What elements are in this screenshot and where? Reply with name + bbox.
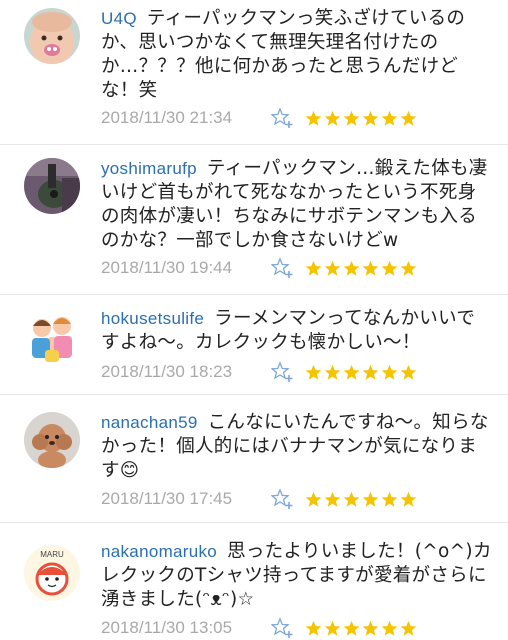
guitar-avatar[interactable] — [24, 158, 80, 214]
star-icon — [305, 260, 322, 277]
star-plus-icon[interactable] — [271, 488, 295, 510]
star-icon — [343, 364, 360, 381]
star-icon — [400, 491, 417, 508]
star-icon — [362, 620, 379, 637]
comment-item: yoshimarufp ティーパックマン…鍛えた体も凄いけど首もがれて死ななかった… — [0, 145, 508, 295]
baby-face-avatar[interactable] — [24, 8, 80, 64]
star-icon — [324, 110, 341, 127]
star-rating — [305, 260, 417, 277]
username-link[interactable]: nakanomaruko — [101, 542, 217, 561]
comment-text-block: hokusetsulife ラーメンマンってなんかいいですよね〜。カレクックも懐か… — [101, 307, 493, 355]
star-icon — [324, 491, 341, 508]
maru-character-avatar[interactable]: MARU — [24, 545, 80, 601]
comment-item: U4Q ティーパックマンっ笑ふざけているのか、思いつかなくて無理矢理名付けたのか…… — [0, 0, 508, 145]
comment-meta: 2018/11/30 18:23 — [101, 360, 417, 384]
star-icon — [305, 620, 322, 637]
comment-text-block: nakanomaruko 思ったよりいました！(^o^)カレクックのTシャツ持って… — [101, 540, 493, 612]
star-icon — [324, 364, 341, 381]
star-icon — [343, 491, 360, 508]
star-icon — [324, 620, 341, 637]
star-icon — [305, 364, 322, 381]
star-icon — [400, 260, 417, 277]
timestamp: 2018/11/30 19:44 — [101, 258, 233, 277]
poodle-dog-avatar[interactable] — [24, 412, 80, 468]
star-icon — [381, 260, 398, 277]
star-rating — [305, 110, 417, 127]
star-icon — [381, 491, 398, 508]
star-plus-icon[interactable] — [271, 257, 295, 279]
username-link[interactable]: nanachan59 — [101, 413, 198, 432]
family-illustration-avatar[interactable] — [24, 308, 80, 364]
comment-text-block: U4Q ティーパックマンっ笑ふざけているのか、思いつかなくて無理矢理名付けたのか…… — [101, 7, 493, 103]
star-icon — [343, 110, 360, 127]
star-icon — [400, 110, 417, 127]
comment-item: MARU nakanomaruko 思ったよりいました！(^o^)カレクックのTシ… — [0, 523, 508, 640]
comment-text-block: nanachan59 こんなにいたんですね〜。知らなかった！個人的にはバナナマンが… — [101, 411, 493, 483]
comment-meta: 2018/11/30 21:34 — [101, 106, 417, 130]
star-icon — [305, 110, 322, 127]
username-link[interactable]: U4Q — [101, 9, 137, 28]
timestamp: 2018/11/30 17:45 — [101, 489, 233, 508]
maru-label: MARU — [40, 550, 64, 559]
comment-item: nanachan59 こんなにいたんですね〜。知らなかった！個人的にはバナナマンが… — [0, 395, 508, 523]
star-icon — [305, 491, 322, 508]
comment-item: hokusetsulife ラーメンマンってなんかいいですよね〜。カレクックも懐か… — [0, 295, 508, 395]
star-icon — [343, 620, 360, 637]
comment-meta: 2018/11/30 19:44 — [101, 256, 417, 280]
timestamp: 2018/11/30 13:05 — [101, 618, 233, 637]
star-rating — [305, 620, 417, 637]
star-plus-icon[interactable] — [271, 617, 295, 639]
star-icon — [343, 260, 360, 277]
star-icon — [362, 364, 379, 381]
star-rating — [305, 491, 417, 508]
comment-text-block: yoshimarufp ティーパックマン…鍛えた体も凄いけど首もがれて死ななかった… — [101, 157, 493, 253]
star-icon — [400, 364, 417, 381]
star-plus-icon[interactable] — [271, 361, 295, 383]
username-link[interactable]: hokusetsulife — [101, 309, 204, 328]
timestamp: 2018/11/30 18:23 — [101, 362, 233, 381]
star-icon — [362, 260, 379, 277]
star-icon — [362, 491, 379, 508]
star-plus-icon[interactable] — [271, 107, 295, 129]
comment-meta: 2018/11/30 13:05 — [101, 616, 417, 640]
comment-text: ティーパックマンっ笑ふざけているのか、思いつかなくて無理矢理名付けたのか…？？？… — [101, 8, 466, 101]
comment-meta: 2018/11/30 17:45 — [101, 487, 417, 511]
star-icon — [324, 260, 341, 277]
star-rating — [305, 364, 417, 381]
star-icon — [381, 620, 398, 637]
star-icon — [381, 364, 398, 381]
timestamp: 2018/11/30 21:34 — [101, 108, 233, 127]
star-icon — [362, 110, 379, 127]
comment-list: U4Q ティーパックマンっ笑ふざけているのか、思いつかなくて無理矢理名付けたのか…… — [0, 0, 508, 640]
star-icon — [400, 620, 417, 637]
username-link[interactable]: yoshimarufp — [101, 159, 197, 178]
star-icon — [381, 110, 398, 127]
